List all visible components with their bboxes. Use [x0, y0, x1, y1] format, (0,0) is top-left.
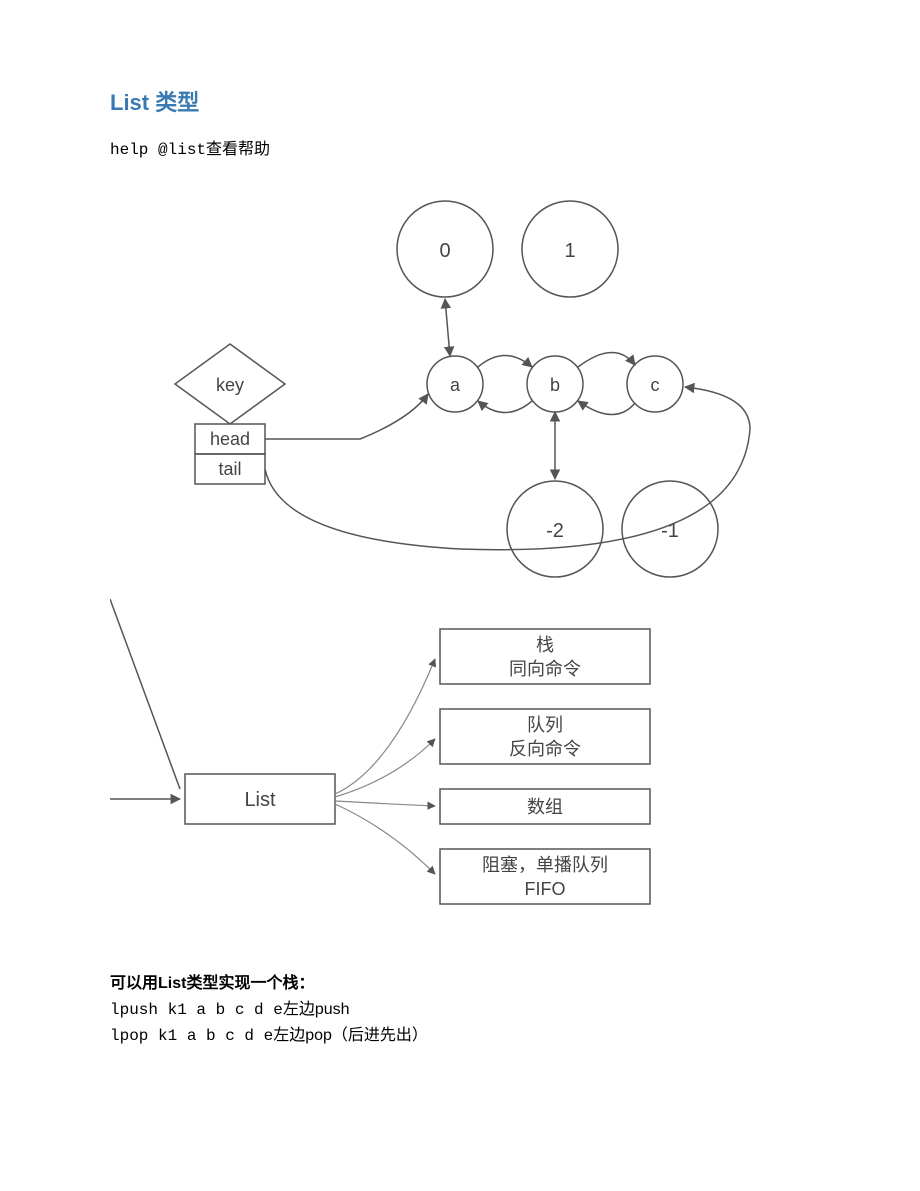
list-box-label: List — [244, 789, 276, 811]
lpop-txt: 左边pop（后进先出） — [273, 1027, 428, 1044]
head-label: head — [210, 429, 250, 449]
edge-b-a — [478, 401, 532, 413]
page-title: List 类型 — [110, 85, 810, 117]
edge-to-fifo — [335, 804, 435, 874]
edge-to-array — [335, 801, 435, 806]
lpush-cmd: lpush k1 a b c d e — [110, 1001, 283, 1019]
edge-head-a — [265, 394, 428, 439]
box-queue-l1: 队列 — [527, 715, 563, 735]
index-0-label: 0 — [439, 240, 450, 262]
lpop-line: lpop k1 a b c d e左边pop（后进先出） — [110, 1021, 810, 1045]
node-a-label: a — [450, 375, 461, 395]
incoming-line — [110, 599, 180, 789]
edge-a-0 — [445, 299, 450, 356]
help-command: help @list — [110, 141, 206, 159]
box-queue-l2: 反向命令 — [509, 739, 581, 759]
edge-a-b — [478, 356, 532, 368]
lpop-cmd: lpop k1 a b c d e — [110, 1027, 273, 1045]
index-n1-label: -1 — [661, 520, 679, 542]
edge-c-b — [578, 401, 635, 415]
index-1-label: 1 — [564, 240, 575, 262]
node-c-label: c — [651, 375, 660, 395]
lpush-txt: 左边push — [283, 1001, 350, 1018]
stack-heading: 可以用List类型实现一个栈： — [110, 969, 810, 993]
list-structure-diagram: key head tail a b c 0 1 -2 -1 — [110, 169, 810, 599]
lpush-line: lpush k1 a b c d e左边push — [110, 995, 810, 1019]
box-fifo-l1: 阻塞，单播队列 — [482, 855, 608, 875]
help-text: 查看帮助 — [206, 141, 270, 158]
box-fifo-l2: FIFO — [525, 879, 566, 899]
edge-b-c — [578, 352, 635, 367]
node-b-label: b — [550, 375, 560, 395]
edge-to-stack — [335, 659, 435, 794]
list-uses-diagram: List 栈 同向命令 队列 反向命令 数组 阻塞，单播队列 FIFO — [110, 599, 810, 939]
box-stack-l1: 栈 — [536, 635, 554, 655]
key-label: key — [216, 375, 244, 395]
edge-to-queue — [335, 739, 435, 797]
box-stack-l2: 同向命令 — [509, 659, 581, 679]
index-n2-label: -2 — [546, 520, 564, 542]
tail-label: tail — [218, 459, 241, 479]
help-line: help @list查看帮助 — [110, 135, 810, 159]
box-array-label: 数组 — [527, 797, 563, 817]
